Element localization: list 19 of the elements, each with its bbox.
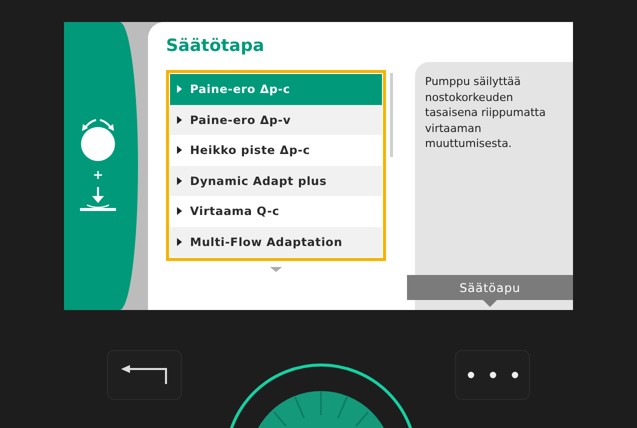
return-arrow-icon xyxy=(120,365,168,385)
more-button[interactable] xyxy=(455,350,530,400)
caret-icon xyxy=(177,238,182,246)
caret-icon xyxy=(177,176,182,185)
help-text: Pumppu säilyttää nostokorkeuden tasaisena riippumatta virtaaman muuttumisesta. xyxy=(424,74,547,152)
dots-icon xyxy=(466,371,518,379)
screen-title: Säätötapa xyxy=(166,36,266,58)
scroll-thumb[interactable] xyxy=(390,73,393,157)
caret-icon xyxy=(177,116,182,124)
pointer-icon xyxy=(483,300,497,307)
option-item[interactable]: Paine-ero Δp-v xyxy=(170,104,382,135)
option-item[interactable]: Paine-ero Δp-c xyxy=(170,74,382,104)
back-button[interactable] xyxy=(107,350,182,400)
caret-icon xyxy=(177,85,182,94)
option-item[interactable]: Multi-Flow Adaptation xyxy=(170,226,382,257)
caret-icon xyxy=(177,146,182,154)
option-item[interactable]: Dynamic Adapt plus xyxy=(170,166,382,196)
caret-icon xyxy=(177,207,182,216)
scroll-down-icon xyxy=(270,267,282,272)
